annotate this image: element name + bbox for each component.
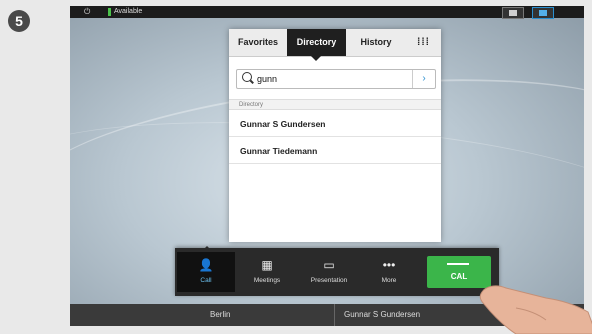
tab-history[interactable]: History — [346, 29, 406, 56]
handset-icon — [447, 263, 469, 265]
local-site-name: Berlin — [210, 310, 231, 319]
presentation-button[interactable]: ▭ Presentation — [297, 252, 361, 292]
selfview-icon[interactable] — [532, 7, 554, 19]
call-tab-button[interactable]: 👤 Call — [177, 246, 235, 292]
availability-text[interactable]: Available — [114, 6, 142, 18]
camera-icon[interactable] — [502, 7, 524, 19]
search-input[interactable]: gunn › — [236, 69, 436, 89]
chevron-right-icon[interactable]: › — [412, 70, 435, 88]
power-icon[interactable]: ⏻ — [84, 6, 94, 18]
tab-bar: Favorites Directory History ⁞⁞⁞ — [229, 29, 441, 61]
tab-favorites[interactable]: Favorites — [229, 29, 287, 56]
search-value[interactable]: gunn — [257, 70, 277, 88]
tab-directory[interactable]: Directory — [287, 29, 346, 61]
calendar-icon: ▦ — [261, 258, 273, 272]
divider — [334, 304, 335, 326]
section-label: Directory — [229, 99, 441, 110]
laptop-icon: ▭ — [323, 258, 335, 272]
directory-panel: Favorites Directory History ⁞⁞⁞ gunn › D… — [229, 29, 441, 242]
availability-indicator — [108, 8, 111, 16]
more-button[interactable]: ••• More — [361, 252, 417, 292]
selected-indicator — [201, 246, 213, 252]
keypad-icon[interactable]: ⁞⁞⁞ — [406, 29, 441, 56]
remote-contact-name: Gunnar S Gundersen — [344, 310, 421, 319]
contact-icon: 👤 — [198, 258, 214, 272]
list-item[interactable]: Gunnar S Gundersen — [229, 111, 441, 137]
step-badge: 5 — [8, 10, 30, 32]
bottom-toolbar: 👤 Call ▦ Meetings ▭ Presentation ••• Mor… — [175, 246, 499, 296]
status-bar: ⏻ Available — [70, 6, 584, 19]
more-icon: ••• — [382, 258, 396, 272]
meetings-button[interactable]: ▦ Meetings — [237, 252, 297, 292]
search-icon — [242, 72, 252, 82]
list-item[interactable]: Gunnar Tiedemann — [229, 138, 441, 164]
pointing-hand-image — [479, 285, 592, 334]
